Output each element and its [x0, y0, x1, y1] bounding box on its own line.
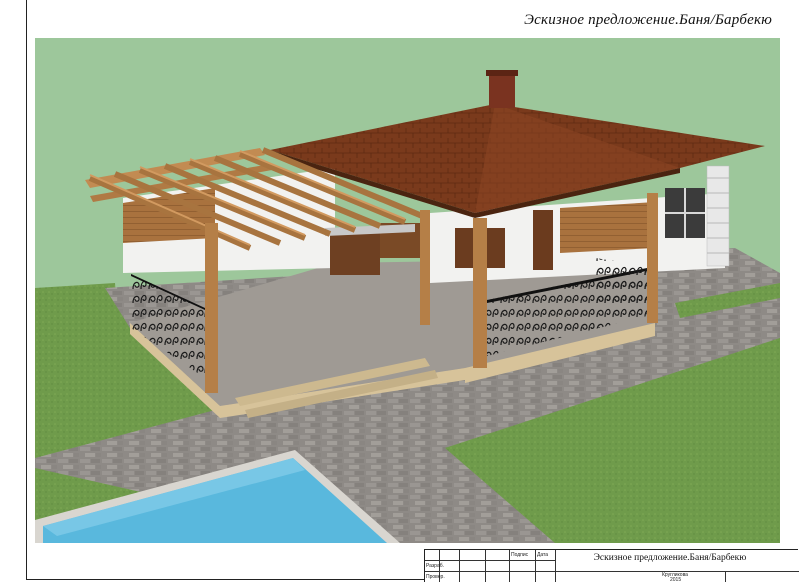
- column-front-left: [205, 223, 218, 393]
- corner-stone: [706, 165, 730, 267]
- year: 2015: [670, 577, 682, 583]
- render-svg: [35, 70, 780, 543]
- chimney: [489, 74, 515, 108]
- row-checked-label: Провер.: [426, 574, 445, 580]
- kitchen-cabinets: [330, 230, 380, 275]
- col-signature-label: Подпис: [511, 552, 529, 558]
- title-block-title: Эскизное предложение.Баня/Барбекю: [593, 553, 747, 563]
- column-front-right: [473, 218, 487, 368]
- architectural-render: [35, 38, 780, 543]
- title-block: Подпис Дата Разраб. Провер. Эскизное пре…: [424, 549, 799, 583]
- drawing-title: Эскизное предложение.Баня/Барбекю: [524, 12, 772, 28]
- column-corner: [647, 193, 658, 323]
- row-developed-label: Разраб.: [426, 563, 445, 569]
- col-date-label: Дата: [537, 552, 549, 558]
- door: [533, 210, 553, 270]
